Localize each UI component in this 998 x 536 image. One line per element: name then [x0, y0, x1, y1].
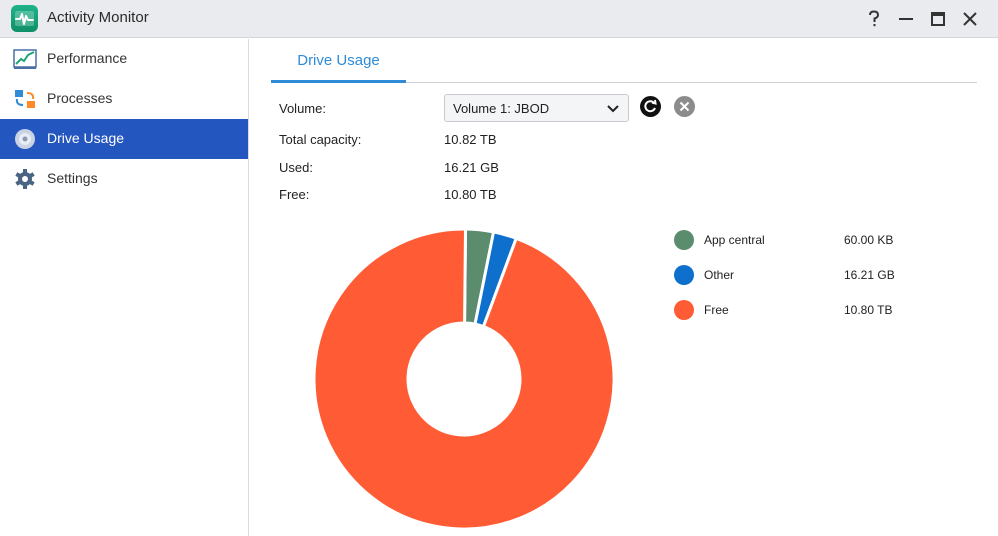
processes-icon	[15, 90, 35, 108]
donut-hole	[417, 332, 511, 426]
free-label: Free:	[279, 187, 310, 202]
sidebar-item-label: Settings	[47, 170, 98, 186]
legend-item-free: Free 10.80 TB	[674, 299, 954, 321]
close-button[interactable]	[959, 8, 981, 30]
close-icon	[963, 12, 977, 26]
tab-label: Drive Usage	[297, 52, 380, 69]
legend-value: 16.21 GB	[844, 268, 895, 282]
sidebar-item-drive-usage[interactable]: Drive Usage	[0, 119, 248, 159]
question-icon	[869, 10, 880, 27]
legend-name: App central	[704, 233, 765, 247]
legend-name: Other	[704, 268, 735, 282]
total-capacity-label: Total capacity:	[279, 132, 362, 147]
gear-icon	[15, 169, 35, 189]
legend-color-swatch	[674, 265, 694, 285]
legend-item-app-central: App central 60.00 KB	[674, 229, 954, 251]
help-button[interactable]	[863, 8, 885, 30]
tab-bar: Drive Usage	[271, 39, 977, 83]
minimize-icon	[899, 18, 913, 20]
activity-monitor-app-icon	[11, 5, 38, 32]
used-value: 16.21 GB	[444, 160, 499, 175]
maximize-icon	[931, 12, 945, 26]
sidebar: Performance Processes Drive Usage Settin…	[0, 39, 249, 536]
clear-button[interactable]	[674, 96, 695, 117]
window-title: Activity Monitor	[47, 9, 149, 26]
used-label: Used:	[279, 160, 313, 175]
sidebar-item-label: Processes	[47, 90, 113, 106]
legend-color-swatch	[674, 230, 694, 250]
volume-label: Volume:	[279, 101, 326, 116]
legend-value: 60.00 KB	[844, 233, 894, 247]
refresh-icon	[640, 96, 661, 117]
sidebar-item-settings[interactable]: Settings	[0, 159, 248, 199]
performance-chart-icon	[13, 49, 37, 69]
sidebar-item-label: Performance	[47, 50, 128, 66]
refresh-button[interactable]	[640, 96, 661, 117]
title-bar: Activity Monitor	[0, 0, 998, 38]
legend-item-other: Other 16.21 GB	[674, 264, 954, 286]
tab-drive-usage[interactable]: Drive Usage	[271, 39, 406, 83]
maximize-button[interactable]	[927, 8, 949, 30]
close-circle-icon	[674, 96, 695, 117]
sidebar-item-performance[interactable]: Performance	[0, 39, 248, 79]
sidebar-item-processes[interactable]: Processes	[0, 79, 248, 119]
total-capacity-value: 10.82 TB	[444, 132, 497, 147]
drive-usage-donut-chart	[312, 227, 616, 531]
free-value: 10.80 TB	[444, 187, 497, 202]
volume-select-value: Volume 1: JBOD	[453, 101, 550, 116]
minimize-button[interactable]	[895, 8, 917, 30]
chevron-down-icon	[607, 105, 619, 113]
legend-color-swatch	[674, 300, 694, 320]
legend-value: 10.80 TB	[844, 303, 893, 317]
volume-select[interactable]: Volume 1: JBOD	[444, 94, 629, 122]
sidebar-item-label: Drive Usage	[47, 130, 125, 146]
legend-name: Free	[704, 303, 729, 317]
drive-icon	[15, 129, 35, 149]
